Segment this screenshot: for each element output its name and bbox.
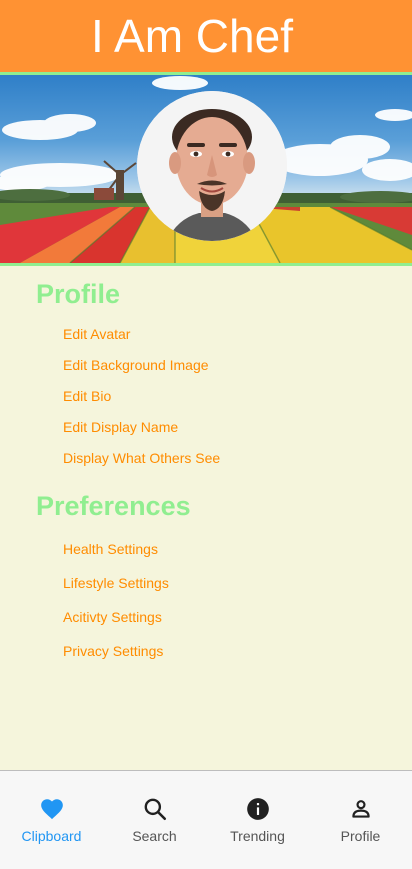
display-what-others-see-link[interactable]: Display What Others See: [63, 450, 220, 466]
app-title: I Am Chef: [91, 10, 293, 62]
person-icon: [351, 800, 370, 818]
edit-bio-link[interactable]: Edit Bio: [63, 388, 111, 404]
nav-label-search: Search: [132, 828, 177, 844]
lifestyle-settings-link[interactable]: Lifestyle Settings: [63, 575, 169, 591]
search-icon: [144, 798, 166, 821]
nav-label-clipboard: Clipboard: [21, 828, 82, 844]
privacy-settings-link[interactable]: Privacy Settings: [63, 643, 163, 659]
edit-background-image-link[interactable]: Edit Background Image: [63, 357, 209, 373]
avatar-portrait: [137, 91, 287, 241]
nav-profile[interactable]: Profile: [309, 771, 412, 869]
info-icon: [246, 798, 269, 820]
nav-trending[interactable]: Trending: [206, 771, 309, 869]
settings-content: Profile Edit Avatar Edit Background Imag…: [0, 266, 412, 770]
edit-display-name-link[interactable]: Edit Display Name: [63, 419, 178, 435]
heart-icon: [40, 799, 63, 820]
profile-section-title: Profile: [36, 279, 121, 309]
activity-settings-link[interactable]: Acitivty Settings: [63, 609, 162, 625]
bottom-navigation: Clipboard Search Trending Profile: [0, 770, 412, 869]
app-header: I Am Chef: [0, 0, 412, 72]
nav-clipboard[interactable]: Clipboard: [0, 771, 103, 869]
health-settings-link[interactable]: Health Settings: [63, 541, 158, 557]
preferences-section-title: Preferences: [36, 491, 191, 521]
nav-search[interactable]: Search: [103, 771, 206, 869]
edit-avatar-link[interactable]: Edit Avatar: [63, 326, 130, 342]
nav-label-profile: Profile: [340, 828, 381, 844]
avatar[interactable]: [137, 91, 287, 241]
nav-label-trending: Trending: [230, 828, 285, 844]
